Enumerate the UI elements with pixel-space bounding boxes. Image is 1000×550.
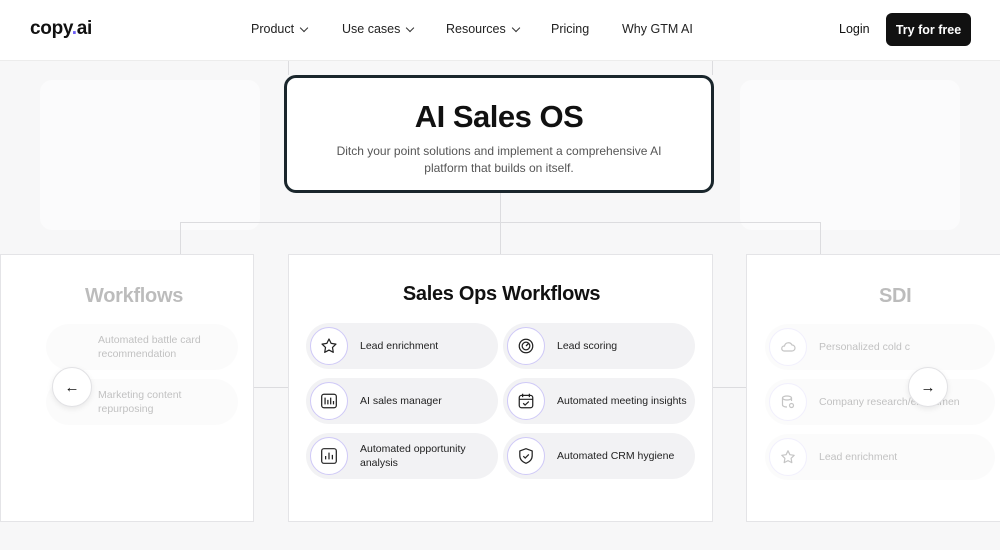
sales-ops-card: Sales Ops Workflows Lead enrichment Lead… xyxy=(288,254,713,522)
connector-line xyxy=(713,387,746,388)
item-label: Automated CRM hygiene xyxy=(557,450,675,462)
nav-resources[interactable]: Resources xyxy=(446,22,520,36)
right-item-lead-enrichment[interactable]: Lead enrichment xyxy=(765,434,995,480)
item-lead-scoring[interactable]: Lead scoring xyxy=(503,323,695,369)
right-item-label: Lead enrichment xyxy=(819,451,898,463)
item-label: Lead scoring xyxy=(557,340,618,352)
item-label: Automated opportunity analysis xyxy=(360,443,466,469)
try-for-free-button[interactable]: Try for free xyxy=(886,13,971,46)
item-label: Lead enrichment xyxy=(360,340,439,352)
connector-line xyxy=(820,222,821,254)
chevron-down-icon xyxy=(299,23,309,32)
hero-subtitle: Ditch your point solutions and implement… xyxy=(336,144,662,175)
login-link[interactable]: Login xyxy=(839,22,870,36)
right-item-cold-outreach[interactable]: Personalized cold c xyxy=(765,324,995,370)
nav-why-gtm-ai[interactable]: Why GTM AI xyxy=(622,22,693,36)
gauge-icon xyxy=(507,327,545,365)
database-search-icon xyxy=(769,383,807,421)
left-item-battle-card[interactable]: Automated battle card recommendation xyxy=(46,324,238,370)
right-item-company-research[interactable]: Company research/enrichmen xyxy=(765,379,995,425)
chevron-down-icon xyxy=(511,23,520,32)
right-card-title: SDI xyxy=(879,285,912,307)
cloud-icon xyxy=(769,328,807,366)
item-label: Automated meeting insights xyxy=(557,395,687,407)
workflows-card-left[interactable]: Workflows Automated battle card recommen… xyxy=(0,254,254,522)
hero-title: AI Sales OS xyxy=(414,99,584,134)
right-item-label: Personalized cold c xyxy=(819,341,911,353)
nav-use-cases-label: Use cases xyxy=(342,22,401,36)
hero-card: AI Sales OS Ditch your point solutions a… xyxy=(284,75,714,193)
nav-resources-label: Resources xyxy=(446,22,506,36)
sdr-card-right[interactable]: SDI Personalized cold c Company research… xyxy=(746,254,1000,522)
star-icon xyxy=(310,327,348,365)
left-card-title: Workflows xyxy=(85,285,184,307)
connector-line xyxy=(288,61,289,75)
top-nav: copy.ai Product Use cases Resources Pric… xyxy=(0,0,1000,61)
connector-line xyxy=(500,193,501,254)
connector-line xyxy=(180,222,820,223)
nav-use-cases[interactable]: Use cases xyxy=(342,22,415,36)
calendar-check-icon xyxy=(507,382,545,420)
dashboard-icon xyxy=(310,382,348,420)
shield-check-icon xyxy=(507,437,545,475)
chevron-down-icon xyxy=(406,23,415,32)
nav-pricing[interactable]: Pricing xyxy=(551,22,589,36)
nav-product[interactable]: Product xyxy=(251,22,309,36)
connector-line xyxy=(712,61,713,75)
connector-line xyxy=(254,387,288,388)
item-automated-crm-hygiene[interactable]: Automated CRM hygiene xyxy=(503,433,695,479)
item-ai-sales-manager[interactable]: AI sales manager xyxy=(306,378,498,424)
item-automated-meeting-insights[interactable]: Automated meeting insights xyxy=(503,378,695,424)
item-label: AI sales manager xyxy=(360,395,442,407)
arrow-right-icon: → xyxy=(920,378,936,396)
item-lead-enrichment[interactable]: Lead enrichment xyxy=(306,323,498,369)
arrow-left-icon: ← xyxy=(64,378,80,396)
nav-pricing-label: Pricing xyxy=(551,22,590,36)
item-automated-opportunity-analysis[interactable]: Automated opportunity analysis xyxy=(306,433,498,479)
nav-why-label: Why GTM AI xyxy=(622,22,693,36)
carousel-prev-button[interactable]: ← xyxy=(52,367,92,407)
sales-ops-title: Sales Ops Workflows xyxy=(402,283,601,305)
left-item-label: Marketing content repurposing xyxy=(98,389,182,415)
nav-product-label: Product xyxy=(251,22,295,36)
star-icon xyxy=(769,438,807,476)
background-tile xyxy=(740,80,960,230)
connector-line xyxy=(180,222,181,254)
carousel-next-button[interactable]: → xyxy=(908,367,948,407)
left-item-label: Automated battle card recommendation xyxy=(98,334,201,360)
bar-chart-icon xyxy=(310,437,348,475)
background-tile xyxy=(40,80,260,230)
